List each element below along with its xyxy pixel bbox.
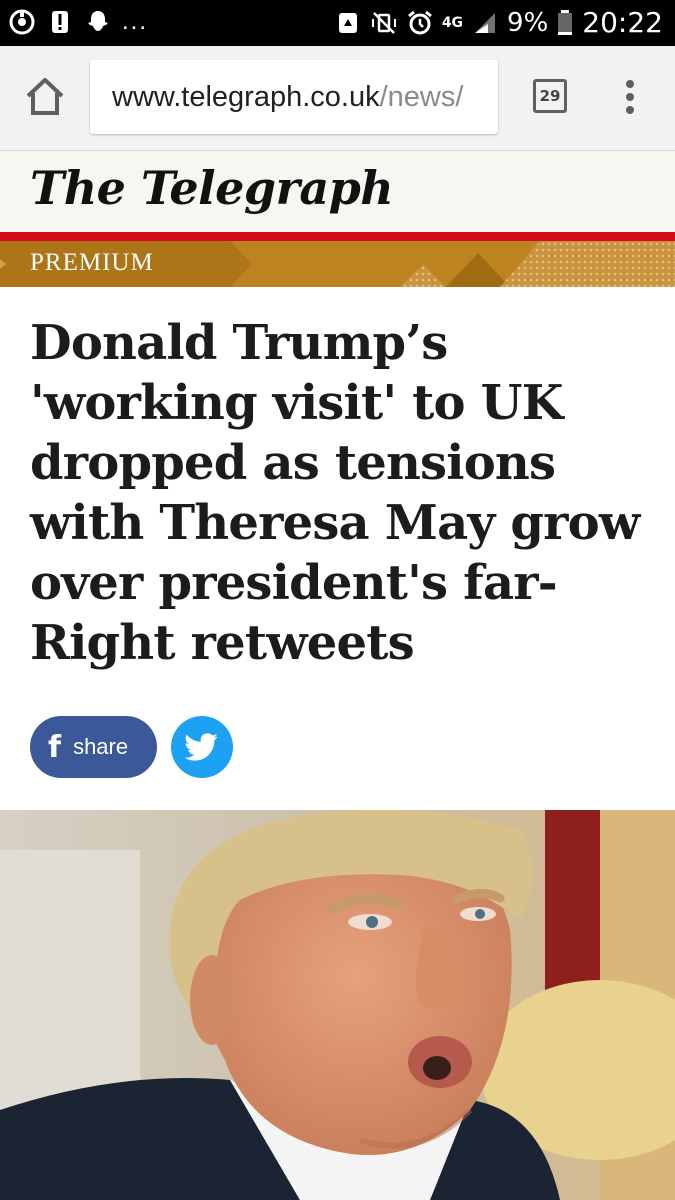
status-left: ... <box>8 8 148 36</box>
trump-portrait <box>0 810 675 1200</box>
browser-toolbar: www.telegraph.co.uk/news/ 29 <box>0 46 675 151</box>
article-photo <box>0 810 675 1200</box>
facebook-share-button[interactable]: f share <box>30 716 157 778</box>
article-headline: Donald Trump’s 'working visit' to UK dro… <box>30 315 640 671</box>
status-bar: ... 4G 9% 20:22 <box>0 0 675 46</box>
status-right: 4G 9% 20:22 <box>334 6 663 39</box>
home-icon[interactable] <box>22 74 68 120</box>
clock: 20:22 <box>582 6 663 39</box>
site-masthead: The Telegraph <box>0 151 675 232</box>
premium-label: PREMIUM <box>30 249 154 276</box>
alarm-icon <box>407 10 432 34</box>
telegraph-logo[interactable]: The Telegraph <box>30 161 394 215</box>
share-label: share <box>73 734 129 759</box>
signal-icon <box>475 12 496 33</box>
url-path: /news/ <box>379 81 464 113</box>
battery-icon <box>558 9 573 35</box>
red-divider <box>0 232 675 241</box>
premium-banner: PREMIUM <box>0 241 675 287</box>
tab-switcher-button[interactable]: 29 <box>533 79 567 113</box>
facebook-icon: f <box>48 729 62 765</box>
url-host: www.telegraph.co.uk <box>112 81 380 113</box>
address-bar[interactable]: www.telegraph.co.uk/news/ <box>90 60 498 134</box>
network-type: 4G <box>441 14 464 31</box>
more-notifications-indicator: ... <box>122 8 149 35</box>
overflow-menu-icon[interactable] <box>615 74 645 120</box>
recycle-icon <box>338 12 357 33</box>
alert-icon <box>52 11 68 33</box>
snapchat-icon <box>88 11 108 31</box>
twitter-bird-icon <box>184 733 218 761</box>
twitter-share-button[interactable] <box>171 716 233 778</box>
battery-percent: 9% <box>507 7 549 38</box>
sync-icon <box>9 9 35 35</box>
vibrate-mute-icon <box>371 11 396 34</box>
url-text[interactable]: www.telegraph.co.uk/news/ <box>112 81 463 114</box>
